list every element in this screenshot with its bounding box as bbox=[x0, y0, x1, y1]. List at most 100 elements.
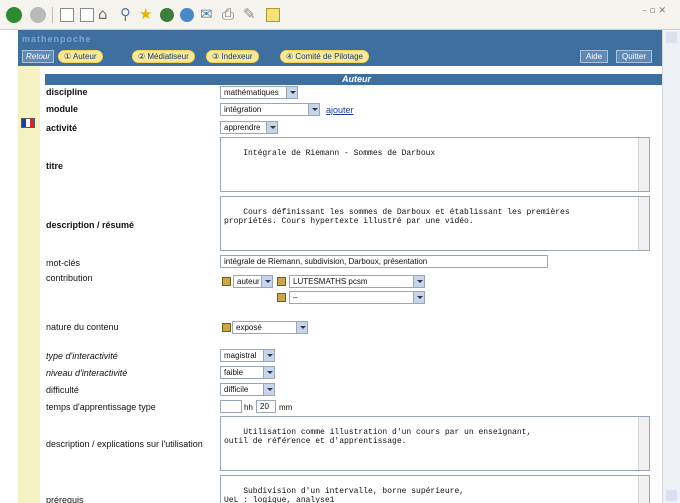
temps-label: temps d'apprentissage type bbox=[46, 402, 156, 412]
chevron-down-icon bbox=[263, 350, 274, 361]
aide-button[interactable]: Aide bbox=[580, 50, 609, 63]
print-icon[interactable]: ⎙ bbox=[222, 5, 234, 23]
refresh-icon[interactable] bbox=[80, 8, 94, 22]
type-interactivite-select[interactable]: magistral bbox=[220, 349, 275, 362]
mm-unit: mm bbox=[279, 403, 293, 412]
titre-label: titre bbox=[46, 161, 64, 171]
tab-mediatiseur[interactable]: ② Médiatiseur bbox=[132, 50, 195, 63]
section-title: Auteur bbox=[45, 74, 668, 85]
explications-value: Utilisation comme illustration d'un cour… bbox=[224, 428, 532, 446]
description-textarea[interactable]: Cours définissant les sommes de Darboux … bbox=[220, 196, 650, 251]
titre-value: Intégrale de Riemann - Sommes de Darboux bbox=[243, 149, 436, 158]
app-header: mathenpoche Retour ① Auteur ② Médiatiseu… bbox=[18, 30, 662, 66]
contribution-label: contribution bbox=[46, 273, 93, 283]
chevron-down-icon bbox=[413, 292, 424, 303]
module-value: intégration bbox=[224, 105, 262, 114]
temps-hh-input[interactable] bbox=[220, 400, 242, 413]
history-icon[interactable] bbox=[180, 8, 194, 22]
mail-icon[interactable]: ✉ bbox=[200, 5, 213, 23]
scrollbar[interactable] bbox=[638, 417, 649, 470]
nature-value: exposé bbox=[236, 323, 262, 332]
home-icon[interactable]: ⌂ bbox=[98, 5, 108, 23]
scroll-down-icon[interactable] bbox=[666, 490, 677, 501]
explications-label: description / explications sur l'utilisa… bbox=[46, 439, 203, 449]
tab-auteur[interactable]: ① Auteur bbox=[58, 50, 103, 63]
tab-comite-pilotage[interactable]: ④ Comité de Pilotage bbox=[280, 50, 369, 63]
mot-cles-value: intégrale de Riemann, subdivision, Darbo… bbox=[224, 257, 428, 266]
edit-icon[interactable]: ✎ bbox=[243, 5, 256, 23]
prerequis-label: prérequis bbox=[46, 495, 84, 503]
chevron-down-icon bbox=[266, 122, 277, 133]
stop-icon[interactable] bbox=[60, 8, 74, 22]
module-select[interactable]: intégration bbox=[220, 103, 320, 116]
contributor-icon[interactable] bbox=[277, 293, 286, 302]
niveau-interactivite-value: faible bbox=[224, 368, 244, 377]
scroll-up-icon[interactable] bbox=[666, 32, 677, 43]
contribution-empty-select[interactable]: – bbox=[289, 291, 425, 304]
window-controls[interactable]: – ▫ ✕ bbox=[642, 6, 666, 16]
flag-stripe-red bbox=[30, 119, 34, 127]
difficulte-label: difficulté bbox=[46, 385, 79, 395]
retour-button[interactable]: Retour bbox=[22, 50, 55, 63]
quitter-button[interactable]: Quitter bbox=[616, 50, 653, 63]
module-label: module bbox=[46, 104, 79, 114]
activite-select[interactable]: apprendre bbox=[220, 121, 278, 134]
app-window: mathenpoche Retour ① Auteur ② Médiatiseu… bbox=[18, 30, 668, 503]
nature-icon[interactable] bbox=[222, 323, 231, 332]
back-icon[interactable] bbox=[6, 7, 22, 23]
search-icon[interactable]: ⚲ bbox=[120, 5, 131, 23]
contribution-name-select[interactable]: LUTESMATHS pcsm bbox=[289, 275, 425, 288]
chevron-down-icon bbox=[308, 104, 319, 115]
favorites-icon[interactable]: ★ bbox=[139, 5, 152, 23]
contribution-name-value: LUTESMATHS pcsm bbox=[293, 277, 368, 286]
explications-textarea[interactable]: Utilisation comme illustration d'un cour… bbox=[220, 416, 650, 471]
toolbar-divider bbox=[52, 7, 53, 23]
chevron-down-icon bbox=[296, 322, 307, 333]
activite-value: apprendre bbox=[224, 123, 261, 132]
app-logo: mathenpoche bbox=[22, 34, 92, 44]
nature-label: nature du contenu bbox=[46, 322, 119, 332]
browser-toolbar: ⌂ ⚲ ★ ✉ ⎙ ✎ – ▫ ✕ bbox=[0, 0, 680, 30]
chevron-down-icon bbox=[261, 276, 272, 287]
hh-unit: hh bbox=[244, 403, 253, 412]
forward-icon[interactable] bbox=[30, 7, 46, 23]
discipline-value: mathématiques bbox=[224, 88, 279, 97]
contribution-role-value: auteur bbox=[237, 277, 260, 286]
activite-label: activité bbox=[46, 123, 78, 133]
prerequis-value: Subdivision d'un intervalle, borne supér… bbox=[224, 487, 465, 503]
media-icon[interactable] bbox=[160, 8, 174, 22]
french-flag-icon[interactable] bbox=[21, 118, 35, 128]
niveau-interactivite-label: niveau d'interactivité bbox=[46, 368, 128, 378]
titre-textarea[interactable]: Intégrale de Riemann - Sommes de Darboux bbox=[220, 137, 650, 192]
page-scrollbar[interactable] bbox=[662, 30, 680, 503]
mot-cles-input[interactable]: intégrale de Riemann, subdivision, Darbo… bbox=[220, 255, 548, 268]
scrollbar[interactable] bbox=[638, 197, 649, 250]
scrollbar[interactable] bbox=[638, 476, 649, 503]
left-strip bbox=[18, 66, 40, 503]
role-icon[interactable] bbox=[222, 277, 231, 286]
prerequis-textarea[interactable]: Subdivision d'un intervalle, borne supér… bbox=[220, 475, 650, 503]
temps-mm-input[interactable]: 20 bbox=[256, 400, 276, 413]
nature-select[interactable]: exposé bbox=[232, 321, 308, 334]
discipline-label: discipline bbox=[46, 87, 88, 97]
folder-icon[interactable] bbox=[266, 8, 280, 22]
discipline-select[interactable]: mathématiques bbox=[220, 86, 298, 99]
contribution-role-select[interactable]: auteur bbox=[233, 275, 273, 288]
difficulte-select[interactable]: difficile bbox=[220, 383, 275, 396]
ajouter-link[interactable]: ajouter bbox=[326, 105, 354, 115]
difficulte-value: difficile bbox=[224, 385, 249, 394]
chevron-down-icon bbox=[413, 276, 424, 287]
chevron-down-icon bbox=[263, 367, 274, 378]
contributor-icon[interactable] bbox=[277, 277, 286, 286]
chevron-down-icon bbox=[286, 87, 297, 98]
type-interactivite-value: magistral bbox=[224, 351, 257, 360]
chevron-down-icon bbox=[263, 384, 274, 395]
description-label: description / résumé bbox=[46, 220, 135, 230]
niveau-interactivite-select[interactable]: faible bbox=[220, 366, 275, 379]
description-value: Cours définissant les sommes de Darboux … bbox=[224, 208, 570, 226]
tab-indexeur[interactable]: ③ Indexeur bbox=[206, 50, 259, 63]
scrollbar[interactable] bbox=[638, 138, 649, 191]
contribution-empty-value: – bbox=[293, 293, 298, 302]
temps-mm-value: 20 bbox=[260, 402, 269, 411]
type-interactivite-label: type d'interactivité bbox=[46, 351, 118, 361]
